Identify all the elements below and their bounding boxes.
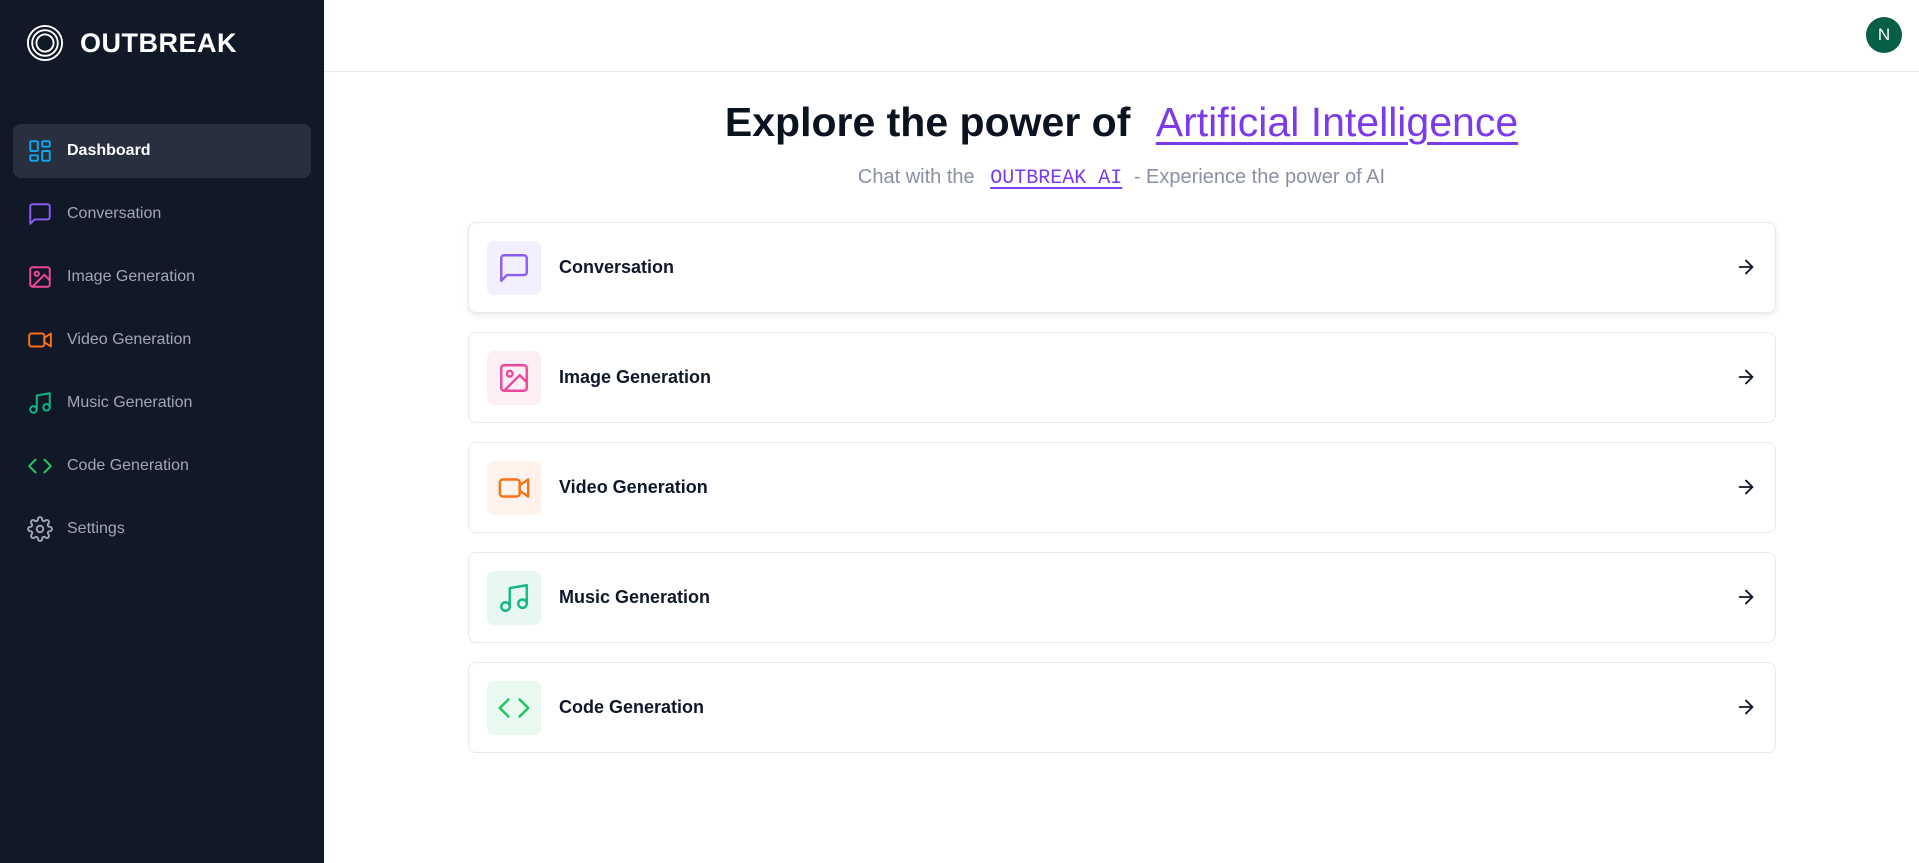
- sidebar-item-label: Code Generation: [67, 457, 189, 474]
- video-icon: [498, 477, 530, 498]
- card-code-generation[interactable]: Code Generation: [468, 662, 1776, 753]
- topbar: N: [324, 0, 1919, 72]
- sidebar-item-label: Dashboard: [67, 142, 151, 159]
- sidebar-item-dashboard[interactable]: Dashboard: [13, 124, 311, 178]
- sidebar-item-image-generation[interactable]: Image Generation: [13, 250, 311, 304]
- card-video-generation[interactable]: Video Generation: [468, 442, 1776, 533]
- sidebar-item-code-generation[interactable]: Code Generation: [13, 439, 311, 493]
- subtitle-prefix: Chat with the: [857, 166, 975, 188]
- card-title: Video Generation: [559, 477, 708, 497]
- gear-icon: [27, 516, 53, 542]
- card-icon-tile: [487, 570, 541, 625]
- hero: Explore the power of Artificial Intellig…: [324, 96, 1919, 190]
- music-icon: [500, 583, 528, 612]
- music-icon: [27, 390, 53, 416]
- sidebar-nav: Dashboard Conversation Image Generation …: [0, 124, 324, 556]
- arrow-right-icon: [1738, 259, 1754, 275]
- arrow-right-icon: [1738, 699, 1754, 715]
- code-icon: [498, 697, 530, 718]
- tool-cards: Conversation Image Generation Video Gene…: [468, 222, 1776, 772]
- card-title: Music Generation: [559, 587, 711, 607]
- sidebar-item-conversation[interactable]: Conversation: [13, 187, 311, 241]
- title-prefix: Explore the power of: [724, 99, 1131, 145]
- arrow-right-icon: [1738, 479, 1754, 495]
- dashboard-icon: [27, 138, 53, 164]
- code-icon: [27, 453, 53, 479]
- video-icon: [27, 327, 53, 353]
- main-content: N Explore the power of Artificial Intell…: [324, 0, 1919, 863]
- image-icon: [27, 264, 53, 290]
- avatar[interactable]: N: [1866, 17, 1902, 53]
- sidebar-item-label: Image Generation: [67, 268, 196, 285]
- page-title: Explore the power of Artificial Intellig…: [324, 96, 1919, 148]
- card-music-generation[interactable]: Music Generation: [468, 552, 1776, 643]
- sidebar-item-label: Music Generation: [67, 394, 193, 411]
- message-icon: [500, 253, 528, 282]
- brand[interactable]: OUTBREAK: [0, 0, 324, 86]
- arrow-right-icon: [1738, 589, 1754, 605]
- message-icon: [27, 201, 53, 227]
- sidebar-item-label: Video Generation: [67, 331, 192, 348]
- logo-icon: [26, 24, 64, 62]
- card-conversation[interactable]: Conversation: [468, 222, 1776, 313]
- title-accent: Artificial Intelligence: [1155, 99, 1519, 145]
- subtitle-brand: OUTBREAK AI: [990, 167, 1123, 190]
- card-icon-tile: [487, 460, 541, 515]
- card-icon-tile: [487, 680, 541, 735]
- sidebar-item-settings[interactable]: Settings: [13, 502, 311, 556]
- sidebar: OUTBREAK Dashboard Conversation Image Ge…: [0, 0, 324, 863]
- sidebar-item-music-generation[interactable]: Music Generation: [13, 376, 311, 430]
- sidebar-item-label: Conversation: [67, 205, 162, 222]
- card-title: Image Generation: [559, 367, 712, 387]
- card-icon-tile: [487, 350, 541, 405]
- subtitle: Chat with the OUTBREAK AI - Experience t…: [324, 166, 1919, 190]
- subtitle-suffix: - Experience the power of AI: [1133, 166, 1386, 188]
- image-icon: [500, 363, 528, 392]
- brand-name: OUTBREAK: [80, 27, 237, 58]
- card-title: Conversation: [559, 257, 675, 277]
- sidebar-item-video-generation[interactable]: Video Generation: [13, 313, 311, 367]
- card-icon-tile: [487, 240, 541, 295]
- arrow-right-icon: [1738, 369, 1754, 385]
- sidebar-item-label: Settings: [67, 520, 125, 537]
- card-image-generation[interactable]: Image Generation: [468, 332, 1776, 423]
- card-title: Code Generation: [559, 697, 705, 717]
